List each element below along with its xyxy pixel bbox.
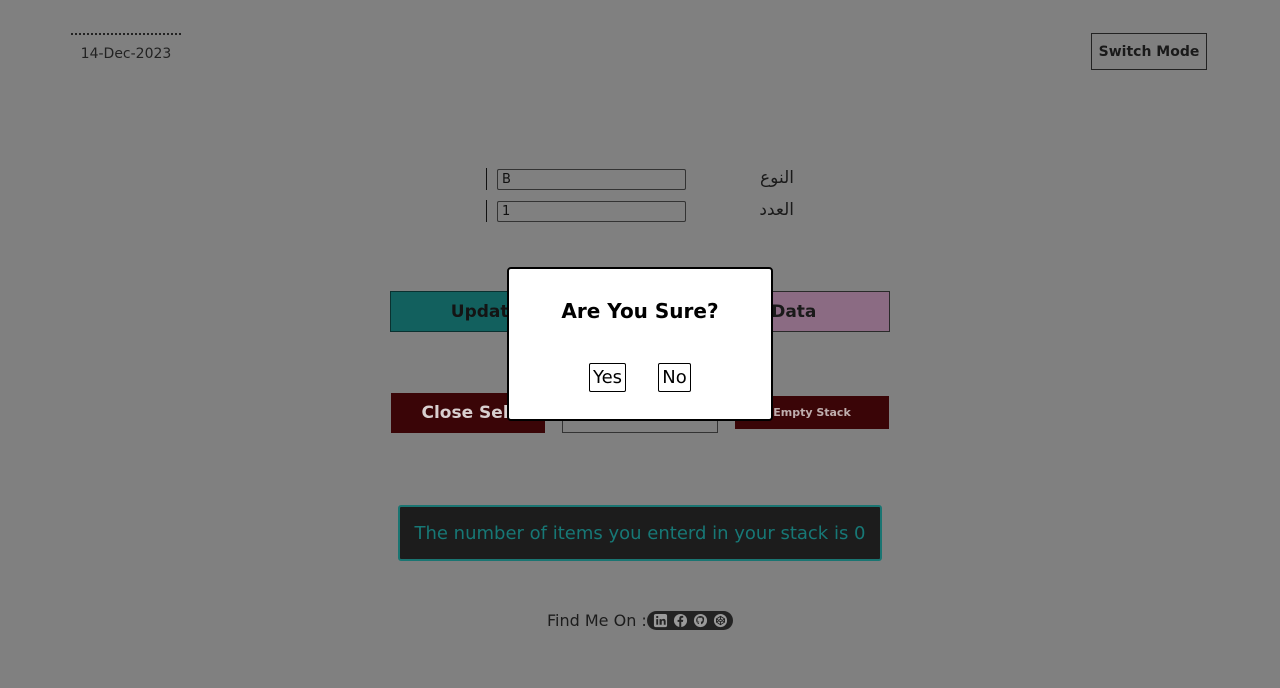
switch-mode-button[interactable]: Switch Mode bbox=[1091, 33, 1207, 70]
linkedin-icon[interactable] bbox=[653, 613, 668, 628]
confirm-dialog: Are You Sure? Yes No bbox=[507, 267, 773, 421]
facebook-icon[interactable] bbox=[673, 613, 688, 628]
no-button[interactable]: No bbox=[658, 363, 691, 392]
yes-button[interactable]: Yes bbox=[589, 363, 626, 392]
dialog-title: Are You Sure? bbox=[561, 299, 719, 323]
empty-stack-label: Empty Stack bbox=[773, 406, 851, 419]
type-label: النوع bbox=[760, 168, 794, 188]
status-message-box: The number of items you enterd in your s… bbox=[398, 505, 882, 561]
codepen-icon[interactable] bbox=[713, 613, 728, 628]
row-divider bbox=[486, 200, 487, 222]
type-input[interactable] bbox=[497, 169, 686, 190]
status-message: The number of items you enterd in your s… bbox=[414, 522, 866, 544]
date-display: 14-Dec-2023 bbox=[71, 33, 181, 62]
social-links bbox=[647, 611, 733, 630]
close-sell-label: Close Sell bbox=[421, 403, 515, 423]
github-icon[interactable] bbox=[693, 613, 708, 628]
date-text: 14-Dec-2023 bbox=[80, 46, 172, 62]
count-input[interactable] bbox=[497, 201, 686, 222]
find-me-label: Find Me On : bbox=[547, 611, 647, 630]
count-label: العدد bbox=[759, 200, 794, 220]
row-divider bbox=[486, 168, 487, 190]
